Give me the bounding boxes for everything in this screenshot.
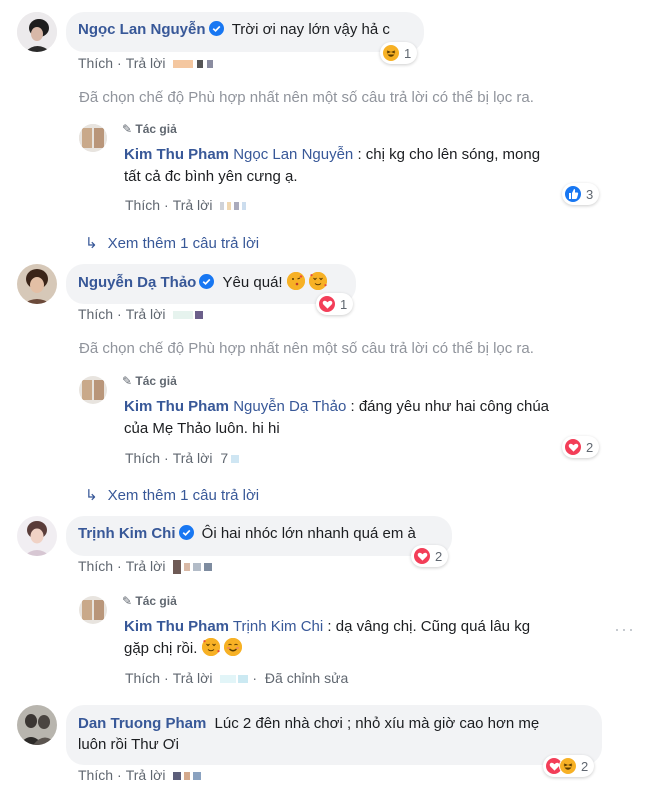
comment-author[interactable]: Dan Truong Pham [78, 715, 206, 732]
view-more-replies-link[interactable]: ↳ Xem thêm 1 câu trả lời [85, 234, 259, 252]
filter-note: Đã chọn chế độ Phù hợp nhất nên một số c… [79, 89, 534, 106]
reaction-summary[interactable]: 1 [316, 293, 354, 315]
smiling-emoji-icon [223, 638, 242, 656]
comment-text: Yêu quá! [222, 274, 283, 291]
hearts-face-emoji-icon [201, 638, 220, 656]
reply-actions: Thích · Trả lời 7 [125, 450, 240, 466]
like-button[interactable]: Thích [125, 670, 160, 686]
verified-badge-icon [178, 525, 194, 546]
reply-button[interactable]: Trả lời [126, 767, 166, 783]
like-button[interactable]: Thích [125, 450, 160, 466]
reply-actions: Thích · Trả lời [125, 197, 247, 213]
view-more-replies-link[interactable]: ↳ Xem thêm 1 câu trả lời [85, 486, 259, 504]
verified-badge-icon [208, 21, 224, 42]
timestamp-pixelated[interactable] [220, 670, 249, 686]
like-button[interactable]: Thích [78, 558, 113, 574]
reaction-count: 2 [586, 439, 594, 455]
comment-thread: Ngọc Lan Nguyễn Trời ơi nay lớn vậy hả c… [0, 0, 645, 793]
comment-actions: Thích · Trả lời [78, 306, 204, 322]
comment-bubble: Nguyễn Dạ Thảo Yêu quá! [66, 264, 356, 304]
reply-actions: Thích · Trả lời · Đã chỉnh sửa [125, 670, 349, 686]
reply-text: Kim Thu Pham Ngọc Lan Nguyễn : chị kg ch… [124, 146, 541, 185]
comment-text-line2: luôn rồi Thư Ơi [78, 736, 180, 753]
reply-button[interactable]: Trả lời [173, 450, 213, 466]
avatar[interactable] [17, 264, 57, 304]
comment-author[interactable]: Nguyễn Dạ Thảo [78, 274, 196, 291]
like-button[interactable]: Thích [78, 55, 113, 71]
filter-note: Đã chọn chế độ Phù hợp nhất nên một số c… [79, 340, 534, 357]
author-tag: ✎ Tác giả [122, 374, 177, 388]
comment-bubble: Ngọc Lan Nguyễn Trời ơi nay lớn vậy hả c [66, 12, 424, 52]
like-reaction-icon [564, 185, 582, 203]
like-button[interactable]: Thích [78, 306, 113, 322]
comment-bubble: Trịnh Kim Chi Ôi hai nhóc lớn nhanh quá … [66, 516, 452, 556]
reaction-count: 2 [581, 758, 589, 774]
reply-button[interactable]: Trả lời [126, 306, 166, 322]
comment-actions: Thích · Trả lời [78, 767, 202, 783]
edited-label[interactable]: Đã chỉnh sửa [265, 670, 348, 686]
love-reaction-icon [564, 438, 582, 456]
comment-text: Ôi hai nhóc lớn nhanh quá em à [201, 525, 416, 542]
comment-actions: Thích · Trả lời [78, 558, 213, 575]
timestamp-pixelated[interactable] [173, 767, 202, 783]
reply-author[interactable]: Kim Thu Pham [124, 146, 229, 163]
haha-reaction-icon [382, 44, 400, 62]
reaction-count: 2 [435, 548, 443, 564]
timestamp-pixelated[interactable] [220, 197, 247, 213]
reply-author[interactable]: Kim Thu Pham [124, 398, 229, 415]
avatar[interactable] [17, 516, 57, 556]
reply-arrow-icon: ↳ [85, 487, 98, 504]
reply-mention[interactable]: Ngọc Lan Nguyễn [233, 146, 353, 163]
reply-mention[interactable]: Nguyễn Dạ Thảo [233, 398, 346, 415]
avatar[interactable] [79, 596, 107, 624]
kiss-emoji-icon [286, 272, 305, 290]
avatar[interactable] [79, 124, 107, 152]
reply-text: Kim Thu Pham Trịnh Kim Chi : dạ vâng chị… [124, 618, 531, 657]
reply-button[interactable]: Trả lời [173, 197, 213, 213]
reply-button[interactable]: Trả lời [126, 55, 166, 71]
comment-text: Trời ơi nay lớn vậy hả c [231, 21, 390, 38]
comment-bubble: Dan Truong Pham Lúc 2 đên nhà chơi ; nhỏ… [66, 705, 602, 765]
comment-author[interactable]: Ngọc Lan Nguyễn [78, 21, 206, 38]
hearts-face-emoji-icon [308, 272, 327, 290]
reaction-summary[interactable]: 3 [562, 183, 600, 205]
pencil-icon: ✎ [122, 374, 133, 388]
timestamp-pixelated[interactable] [173, 55, 214, 71]
reply-text: Kim Thu Pham Nguyễn Dạ Thảo : đáng yêu n… [124, 398, 550, 437]
comment-actions: Thích · Trả lời [78, 55, 214, 71]
like-button[interactable]: Thích [125, 197, 160, 213]
timestamp-pixelated[interactable] [173, 558, 213, 575]
reaction-count: 1 [404, 45, 412, 61]
avatar[interactable] [17, 705, 57, 745]
reply-author[interactable]: Kim Thu Pham [124, 618, 229, 635]
reaction-summary[interactable]: 2 [411, 545, 449, 567]
reply-mention[interactable]: Trịnh Kim Chi [233, 618, 323, 635]
pencil-icon: ✎ [122, 594, 133, 608]
more-options-icon[interactable]: ··· [614, 619, 635, 640]
reply-button[interactable]: Trả lời [126, 558, 166, 574]
timestamp-pixelated[interactable] [173, 306, 204, 322]
comment-text: Lúc 2 đên nhà chơi ; nhỏ xíu mà giờ cao … [214, 715, 540, 732]
reaction-summary[interactable]: 1 [380, 42, 418, 64]
avatar[interactable] [17, 12, 57, 52]
reaction-count: 3 [586, 186, 594, 202]
avatar[interactable] [79, 376, 107, 404]
verified-badge-icon [199, 274, 215, 295]
timestamp[interactable]: 7 [220, 450, 240, 466]
author-tag: ✎ Tác giả [122, 594, 177, 608]
reaction-summary[interactable]: 2 [543, 755, 595, 777]
reply-arrow-icon: ↳ [85, 235, 98, 252]
comment-author[interactable]: Trịnh Kim Chi [78, 525, 176, 542]
reaction-count: 1 [340, 296, 348, 312]
love-reaction-icon [413, 547, 431, 565]
love-reaction-icon [318, 295, 336, 313]
haha-reaction-icon [559, 757, 577, 775]
reaction-summary[interactable]: 2 [562, 436, 600, 458]
like-button[interactable]: Thích [78, 767, 113, 783]
reply-button[interactable]: Trả lời [173, 670, 213, 686]
